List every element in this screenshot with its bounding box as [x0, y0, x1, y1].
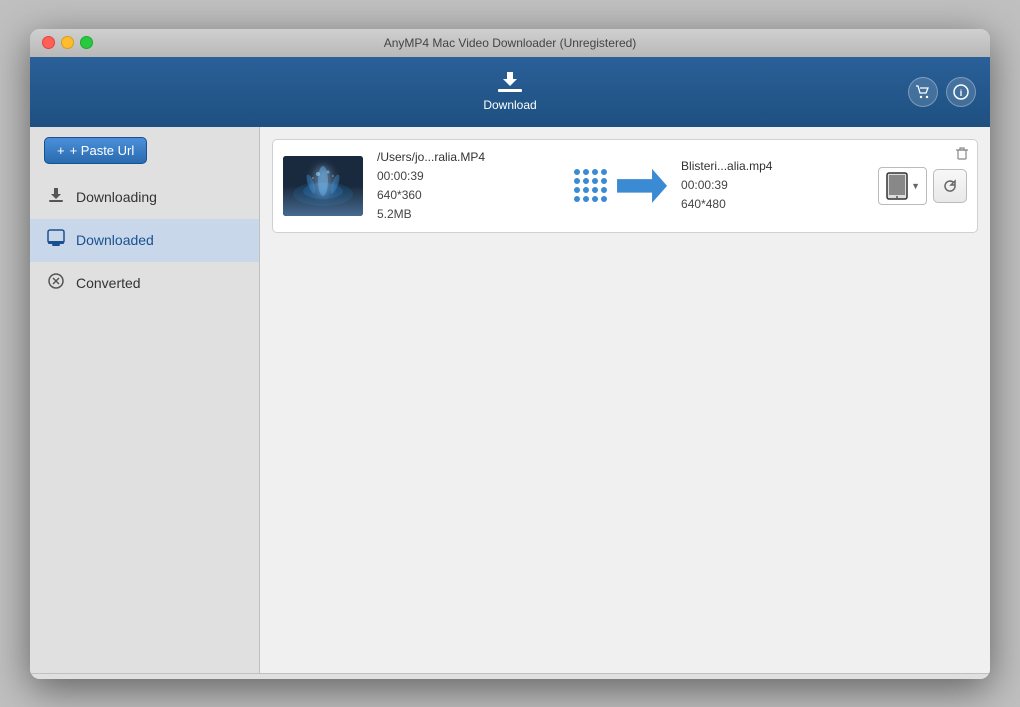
converted-icon [46, 272, 66, 295]
downloading-icon [46, 186, 66, 209]
main-area: + + Paste Url Downloading [30, 127, 990, 673]
close-button[interactable] [42, 36, 55, 49]
dot [592, 196, 598, 202]
toolbar: Download i [30, 57, 990, 127]
sidebar-item-downloading-label: Downloading [76, 189, 157, 205]
device-select-button[interactable]: ▼ [878, 167, 927, 205]
svg-text:i: i [960, 88, 963, 98]
info-icon: i [953, 84, 969, 100]
table-row: /Users/jo...ralia.MP4 00:00:39 640*360 5… [272, 139, 978, 234]
target-resolution: 640*480 [681, 195, 864, 214]
content-inner: /Users/jo...ralia.MP4 00:00:39 640*360 5… [260, 127, 990, 246]
target-info: Blisteri...alia.mp4 00:00:39 640*480 [667, 157, 878, 215]
sidebar-item-downloaded[interactable]: Downloaded [30, 219, 259, 262]
video-thumbnail [283, 156, 363, 216]
thumbnail-svg [283, 156, 363, 216]
refresh-button[interactable] [933, 169, 967, 203]
dot [574, 169, 580, 175]
shop-button[interactable] [908, 77, 938, 107]
paste-url-label: + Paste Url [70, 143, 135, 158]
item-controls: ▼ [878, 167, 967, 205]
app-window: AnyMP4 Mac Video Downloader (Unregistere… [30, 29, 990, 679]
sidebar-item-converted-label: Converted [76, 275, 141, 291]
titlebar: AnyMP4 Mac Video Downloader (Unregistere… [30, 29, 990, 57]
minimize-button[interactable] [61, 36, 74, 49]
info-button[interactable]: i [946, 77, 976, 107]
dot [601, 178, 607, 184]
dot [601, 187, 607, 193]
dot [583, 196, 589, 202]
dot [583, 178, 589, 184]
source-size: 5.2MB [377, 205, 560, 224]
dot [574, 187, 580, 193]
dot [574, 196, 580, 202]
maximize-button[interactable] [80, 36, 93, 49]
downloaded-icon [46, 229, 66, 252]
dot [592, 187, 598, 193]
dot [592, 178, 598, 184]
thumbnail-image [283, 156, 363, 216]
dots-grid [574, 169, 607, 202]
dropdown-arrow-icon: ▼ [911, 181, 920, 191]
paste-url-plus: + [57, 143, 65, 158]
source-resolution: 640*360 [377, 186, 560, 205]
delete-icon [955, 146, 969, 160]
sidebar-item-downloading[interactable]: Downloading [30, 176, 259, 219]
sidebar-item-downloaded-label: Downloaded [76, 232, 154, 248]
dot [601, 169, 607, 175]
convert-section [574, 169, 667, 203]
dot [583, 169, 589, 175]
download-label: Download [483, 98, 536, 112]
convert-arrow-icon [617, 169, 667, 203]
traffic-lights [42, 36, 93, 49]
shop-icon [915, 84, 931, 100]
source-info: /Users/jo...ralia.MP4 00:00:39 640*360 5… [363, 148, 574, 225]
sidebar: + + Paste Url Downloading [30, 127, 260, 673]
source-filename: /Users/jo...ralia.MP4 [377, 148, 560, 167]
toolbar-right-buttons: i [908, 77, 976, 107]
source-duration: 00:00:39 [377, 167, 560, 186]
window-title: AnyMP4 Mac Video Downloader (Unregistere… [384, 36, 637, 50]
paste-url-button[interactable]: + + Paste Url [44, 137, 147, 164]
dot [574, 178, 580, 184]
delete-button[interactable] [955, 146, 969, 163]
target-filename: Blisteri...alia.mp4 [681, 157, 864, 176]
resize-handle[interactable] [30, 673, 990, 679]
dot [583, 187, 589, 193]
refresh-icon [941, 177, 959, 195]
content-area: /Users/jo...ralia.MP4 00:00:39 640*360 5… [260, 127, 990, 673]
target-duration: 00:00:39 [681, 176, 864, 195]
download-icon [496, 72, 524, 94]
device-icon [885, 172, 909, 200]
download-tool[interactable]: Download [483, 72, 536, 112]
sidebar-item-converted[interactable]: Converted [30, 262, 259, 305]
dot [592, 169, 598, 175]
dot [601, 196, 607, 202]
